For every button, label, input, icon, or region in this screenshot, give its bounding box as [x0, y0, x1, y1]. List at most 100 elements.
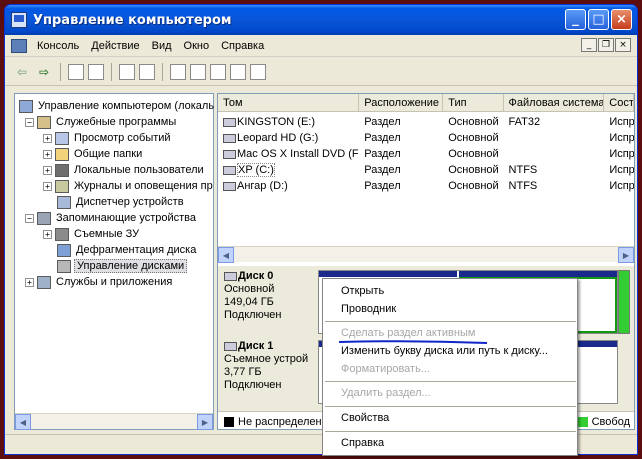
volume-list-horizontal-scrollbar[interactable]: ◀ ▶ [218, 246, 634, 263]
column-location[interactable]: Расположение [359, 94, 444, 111]
expand-icon[interactable]: + [25, 277, 34, 287]
tree-item-local-users[interactable]: + Локальные пользователи [43, 162, 206, 178]
mdi-minimize-button[interactable]: _ [581, 38, 597, 52]
tree-horizontal-scrollbar[interactable]: ◀ ▶ [15, 413, 213, 430]
volume-type: Основной [448, 148, 499, 160]
expand-icon[interactable]: + [43, 229, 52, 239]
shared-folder-icon [55, 147, 69, 161]
volume-row[interactable]: Ангар (D:) Раздел Основной NTFS Испр [218, 178, 634, 194]
navigation-tree[interactable]: Управление компьютером (локаль − Служебн… [14, 93, 214, 430]
volume-type: Основной [448, 116, 499, 128]
minimize-button[interactable]: _ [565, 9, 586, 30]
mdi-close-button[interactable]: × [615, 38, 631, 52]
show-hide-tree-icon[interactable] [88, 63, 104, 80]
refresh-icon[interactable] [170, 63, 186, 80]
forward-icon[interactable]: ⇨ [35, 63, 53, 81]
scroll-right-arrow-icon[interactable]: ▶ [197, 414, 213, 430]
column-type[interactable]: Тип [443, 94, 504, 111]
column-status[interactable]: Сост [604, 94, 634, 111]
tree-item-storage[interactable]: − Запоминающие устройства [25, 210, 198, 226]
tree-item-system-tools[interactable]: − Служебные программы [25, 114, 178, 130]
primary-partition-strip[interactable] [319, 271, 457, 277]
tree-item-event-viewer[interactable]: + Просмотр событий [43, 130, 173, 146]
disk-type: Съемное устрой [224, 353, 309, 365]
volume-row[interactable]: Mac OS X Install DVD (F:) Раздел Основно… [218, 146, 634, 162]
column-file-system[interactable]: Файловая система [504, 94, 605, 111]
tools-icon [37, 115, 51, 129]
tree-item-disk-management[interactable]: Управление дисками [57, 258, 188, 274]
disk-1-label[interactable]: Диск 1 Съемное устрой 3,77 ГБ Подключен [224, 340, 316, 402]
console-icon[interactable] [11, 38, 27, 53]
free-space-block[interactable] [618, 270, 630, 334]
disk-props-icon[interactable] [250, 63, 266, 80]
menu-console[interactable]: Консоль [31, 40, 85, 52]
menu-item-help[interactable]: Справка [323, 434, 577, 453]
disk-status: Подключен [224, 379, 282, 391]
disk-name: Диск 0 [238, 270, 274, 282]
menu-item-explore[interactable]: Проводник [323, 300, 577, 319]
legend-free: Свобод [591, 415, 630, 428]
scroll-left-arrow-icon[interactable]: ◀ [15, 414, 31, 430]
properties-icon[interactable] [139, 63, 155, 80]
menu-item-open[interactable]: Открыть [323, 282, 577, 301]
removable-disk-icon [224, 341, 237, 351]
open-icon[interactable] [210, 63, 226, 80]
tree-item-removable-storage[interactable]: + Съемные ЗУ [43, 226, 141, 242]
drive-icon [223, 117, 236, 127]
tree-item-performance-logs[interactable]: + Журналы и оповещения пр [43, 178, 215, 194]
menu-item-properties[interactable]: Свойства [323, 409, 577, 428]
disk-0-label[interactable]: Диск 0 Основной 149,04 ГБ Подключен [224, 270, 316, 330]
up-icon[interactable] [68, 63, 84, 80]
maximize-button[interactable]: □ [588, 9, 609, 30]
disk-settings-icon[interactable] [190, 63, 206, 80]
tree-item-shared-folders[interactable]: + Общие папки [43, 146, 144, 162]
computer-management-icon [11, 12, 27, 28]
column-volume[interactable]: Том [218, 94, 360, 111]
volume-row[interactable]: Leopard HD (G:) Раздел Основной Испр [218, 130, 634, 146]
toolbar: ⇦ ⇨ [5, 58, 637, 86]
search-icon[interactable] [230, 63, 246, 80]
volume-row[interactable]: KINGSTON (E:) Раздел Основной FAT32 Испр [218, 114, 634, 130]
tree-item-label: Диспетчер устройств [76, 196, 184, 208]
collapse-icon[interactable]: − [25, 117, 34, 127]
scroll-right-arrow-icon[interactable]: ▶ [618, 247, 634, 263]
collapse-icon[interactable]: − [25, 213, 34, 223]
volume-row[interactable]: XP (C:) Раздел Основной NTFS Испр [218, 162, 634, 178]
menu-item-delete-partition[interactable]: Удалить раздел... [323, 384, 577, 403]
tree-item-label: Управление компьютером (локаль [38, 100, 215, 112]
menu-view[interactable]: Вид [146, 40, 178, 52]
tree-item-services-apps[interactable]: + Службы и приложения [25, 274, 174, 290]
tree-item-computer-management[interactable]: Управление компьютером (локаль [19, 98, 216, 114]
help-icon[interactable] [119, 63, 135, 80]
expand-icon[interactable]: + [43, 165, 52, 175]
menu-window[interactable]: Окно [178, 40, 216, 52]
disk-size: 149,04 ГБ [224, 296, 274, 308]
menu-help[interactable]: Справка [215, 40, 270, 52]
volume-name: Leopard HD (G:) [237, 132, 319, 144]
volume-file-system: NTFS [508, 180, 538, 192]
expand-icon[interactable]: + [43, 133, 52, 143]
volume-location: Раздел [364, 116, 401, 128]
title-bar[interactable]: Управление компьютером _ □ × [5, 5, 637, 35]
menu-separator [325, 431, 576, 432]
drive-icon [223, 165, 236, 175]
menu-action[interactable]: Действие [85, 40, 145, 52]
mdi-restore-button[interactable]: ❐ [598, 38, 614, 52]
menu-item-change-drive-letter[interactable]: Изменить букву диска или путь к диску... [323, 342, 577, 361]
volume-name: KINGSTON (E:) [237, 116, 316, 128]
menu-item-format[interactable]: Форматировать... [323, 360, 577, 379]
tree-item-device-manager[interactable]: Диспетчер устройств [57, 194, 186, 210]
back-icon[interactable]: ⇦ [13, 63, 31, 81]
tree-item-label: Общие папки [74, 148, 143, 160]
expand-icon[interactable]: + [43, 181, 52, 191]
volume-list-header: Том Расположение Тип Файловая система Со… [218, 94, 634, 112]
scroll-left-arrow-icon[interactable]: ◀ [218, 247, 234, 263]
expand-icon[interactable]: + [43, 149, 52, 159]
tree-item-label: Служебные программы [56, 116, 177, 128]
window-title: Управление компьютером [33, 12, 232, 28]
volume-name: Mac OS X Install DVD (F:) [237, 148, 360, 160]
volume-location: Раздел [364, 180, 401, 192]
close-button[interactable]: × [611, 9, 632, 30]
tree-item-disk-defragmenter[interactable]: Дефрагментация диска [57, 242, 198, 258]
underline-annotation [338, 340, 488, 344]
